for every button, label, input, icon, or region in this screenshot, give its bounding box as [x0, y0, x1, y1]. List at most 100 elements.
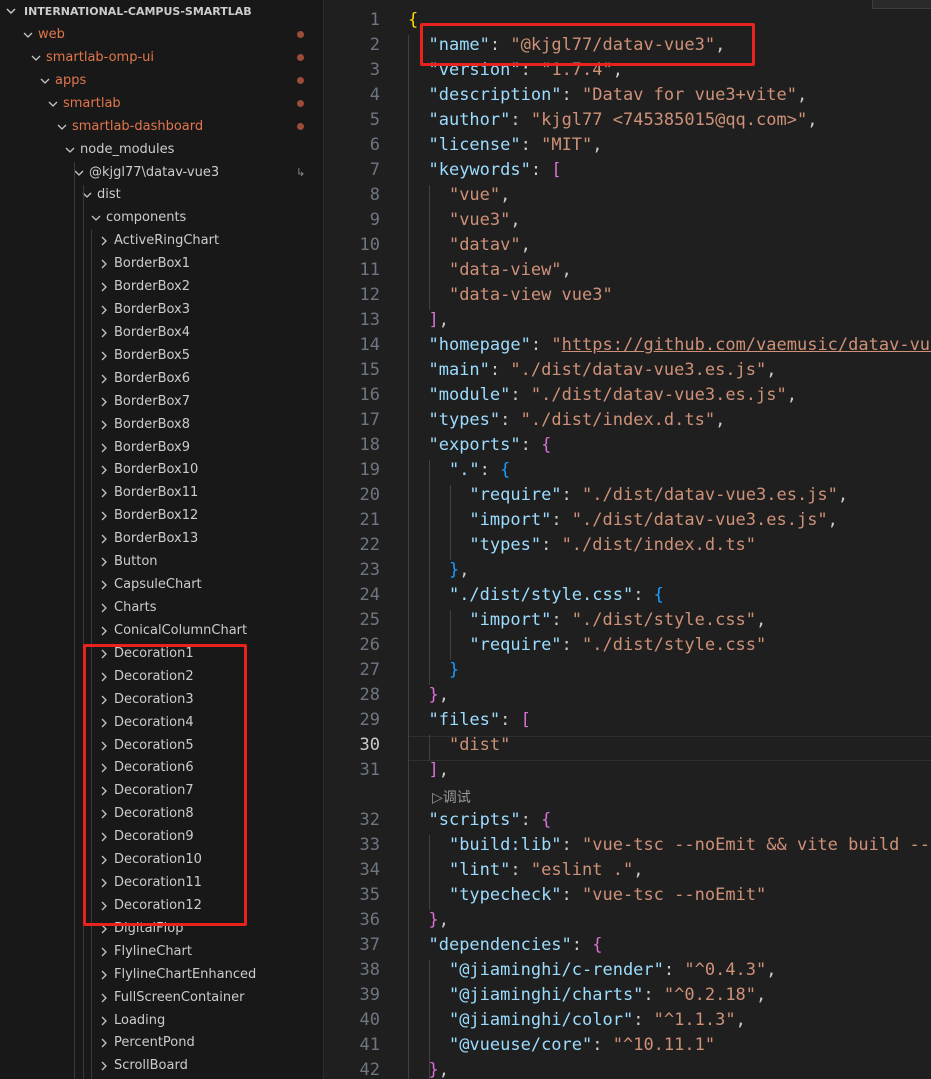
tree-item[interactable]: node_modules: [0, 138, 323, 161]
tree-item[interactable]: Decoration4: [0, 711, 323, 734]
tree-item[interactable]: Decoration7: [0, 779, 323, 802]
code-line[interactable]: "types": "./dist/index.d.ts",: [408, 410, 725, 430]
tree-item[interactable]: BorderBox12: [0, 504, 323, 527]
code-line[interactable]: "keywords": [: [408, 160, 561, 180]
code-line[interactable]: "files": [: [408, 710, 530, 730]
tree-item[interactable]: DigitalFlop: [0, 917, 323, 940]
tree-item[interactable]: CapsuleChart: [0, 573, 323, 596]
tree-item[interactable]: BorderBox11: [0, 481, 323, 504]
tree-item[interactable]: ConicalColumnChart: [0, 619, 323, 642]
code-line[interactable]: "homepage": "https://github.com/vaemusic…: [408, 335, 931, 355]
code-line[interactable]: }: [408, 660, 459, 680]
code-line[interactable]: {: [408, 10, 418, 30]
tree-item[interactable]: components: [0, 206, 323, 229]
tree-item[interactable]: Button: [0, 550, 323, 573]
line-number: 17: [359, 410, 380, 430]
tree-item[interactable]: web: [0, 23, 323, 46]
code-line[interactable]: ],: [408, 760, 449, 780]
explorer-root-header[interactable]: INTERNATIONAL-CAMPUS-SMARTLAB: [0, 0, 323, 23]
tree-item[interactable]: PercentPond: [0, 1031, 323, 1054]
code-line[interactable]: "import": "./dist/datav-vue3.es.js",: [408, 510, 838, 530]
chevron-right-icon: [98, 825, 110, 848]
tree-item[interactable]: Decoration1: [0, 642, 323, 665]
code-line[interactable]: "description": "Datav for vue3+vite",: [408, 85, 807, 105]
code-line[interactable]: "module": "./dist/datav-vue3.es.js",: [408, 385, 797, 405]
line-number: 37: [359, 935, 380, 955]
tree-item[interactable]: ActiveRingChart: [0, 229, 323, 252]
tree-item[interactable]: BorderBox1: [0, 252, 323, 275]
tree-item[interactable]: Loading: [0, 1009, 323, 1032]
code-line[interactable]: "typecheck": "vue-tsc --noEmit": [408, 885, 766, 905]
code-line[interactable]: "dist": [408, 735, 510, 755]
tree-item[interactable]: BorderBox10: [0, 458, 323, 481]
code-line[interactable]: "name": "@kjgl77/datav-vue3",: [408, 35, 725, 55]
chevron-right-icon: [98, 894, 110, 917]
code-line[interactable]: "version": "1.7.4",: [408, 60, 623, 80]
code-line[interactable]: "lint": "eslint .",: [408, 860, 644, 880]
tree-item[interactable]: Decoration12: [0, 894, 323, 917]
tree-item[interactable]: smartlab-dashboard: [0, 115, 323, 138]
tree-item[interactable]: Decoration8: [0, 802, 323, 825]
code-token: "./dist/datav-vue3.es.js": [530, 385, 787, 405]
debug-codelens[interactable]: ▷调试: [432, 787, 471, 807]
tree-item[interactable]: Decoration9: [0, 825, 323, 848]
code-line[interactable]: "@jiaminghi/color": "^1.1.3",: [408, 1010, 746, 1030]
tree-item[interactable]: BorderBox8: [0, 413, 323, 436]
code-token: "build:lib": [448, 835, 562, 855]
tree-item[interactable]: BorderBox7: [0, 390, 323, 413]
tree-item[interactable]: Decoration6: [0, 756, 323, 779]
code-line[interactable]: "data-view",: [408, 260, 572, 280]
tree-item[interactable]: BorderBox2: [0, 275, 323, 298]
code-line[interactable]: },: [408, 910, 449, 930]
tree-item[interactable]: BorderBox4: [0, 321, 323, 344]
tree-item[interactable]: Decoration5: [0, 734, 323, 757]
code-line[interactable]: ".": {: [408, 460, 510, 480]
explorer-sidebar: INTERNATIONAL-CAMPUS-SMARTLAB web smartla…: [0, 0, 323, 1079]
code-line[interactable]: "require": "./dist/style.css": [408, 635, 766, 655]
code-line[interactable]: "import": "./dist/style.css",: [408, 610, 766, 630]
tree-item[interactable]: BorderBox6: [0, 367, 323, 390]
code-line[interactable]: "main": "./dist/datav-vue3.es.js",: [408, 360, 776, 380]
code-line[interactable]: "exports": {: [408, 435, 551, 455]
code-token: {: [592, 935, 603, 955]
code-line[interactable]: "@jiaminghi/c-render": "^0.4.3",: [408, 960, 777, 980]
code-line[interactable]: "author": "kjgl77 <745385015@qq.com>",: [408, 110, 817, 130]
tree-item[interactable]: FlylineChartEnhanced: [0, 963, 323, 986]
code-line[interactable]: "@vueuse/core": "^10.11.1": [408, 1035, 715, 1055]
code-line[interactable]: "scripts": {: [408, 810, 551, 830]
code-line[interactable]: },: [408, 685, 449, 705]
code-line[interactable]: "vue3",: [408, 210, 521, 230]
tree-item[interactable]: dist: [0, 183, 323, 206]
code-line[interactable]: "vue",: [408, 185, 510, 205]
code-line[interactable]: "types": "./dist/index.d.ts": [408, 535, 756, 555]
code-line[interactable]: "dependencies": {: [408, 935, 603, 955]
tree-item[interactable]: FlylineChart: [0, 940, 323, 963]
code-line[interactable]: },: [408, 560, 470, 580]
tree-item[interactable]: FullScreenContainer: [0, 986, 323, 1009]
tree-item[interactable]: BorderBox13: [0, 527, 323, 550]
tree-item[interactable]: Decoration11: [0, 871, 323, 894]
code-line[interactable]: "@jiaminghi/charts": "^0.2.18",: [408, 985, 766, 1005]
tree-item[interactable]: apps: [0, 69, 323, 92]
code-line[interactable]: "./dist/style.css": {: [408, 585, 664, 605]
tree-item[interactable]: Decoration2: [0, 665, 323, 688]
code-line[interactable]: "license": "MIT",: [408, 135, 602, 155]
code-line[interactable]: "data-view vue3": [408, 285, 613, 305]
tree-item[interactable]: Decoration10: [0, 848, 323, 871]
tree-item[interactable]: Charts: [0, 596, 323, 619]
code-editor[interactable]: 1 {2 "name": "@kjgl77/datav-vue3", 3 "vers…: [324, 0, 931, 1079]
tree-item[interactable]: BorderBox9: [0, 436, 323, 459]
tree-item[interactable]: BorderBox3: [0, 298, 323, 321]
code-line[interactable]: "datav",: [408, 235, 531, 255]
code-line[interactable]: "require": "./dist/datav-vue3.es.js",: [408, 485, 848, 505]
code-line[interactable]: "build:lib": "vue-tsc --noEmit && vite b…: [408, 835, 930, 855]
tree-item[interactable]: @kjgl77\datav-vue3 ↳: [0, 161, 323, 184]
tree-item[interactable]: smartlab-omp-ui: [0, 46, 323, 69]
tree-item[interactable]: Decoration3: [0, 688, 323, 711]
code-line[interactable]: ],: [408, 310, 449, 330]
tree-item[interactable]: ScrollBoard: [0, 1054, 323, 1077]
tree-item[interactable]: smartlab: [0, 92, 323, 115]
tree-item[interactable]: BorderBox5: [0, 344, 323, 367]
